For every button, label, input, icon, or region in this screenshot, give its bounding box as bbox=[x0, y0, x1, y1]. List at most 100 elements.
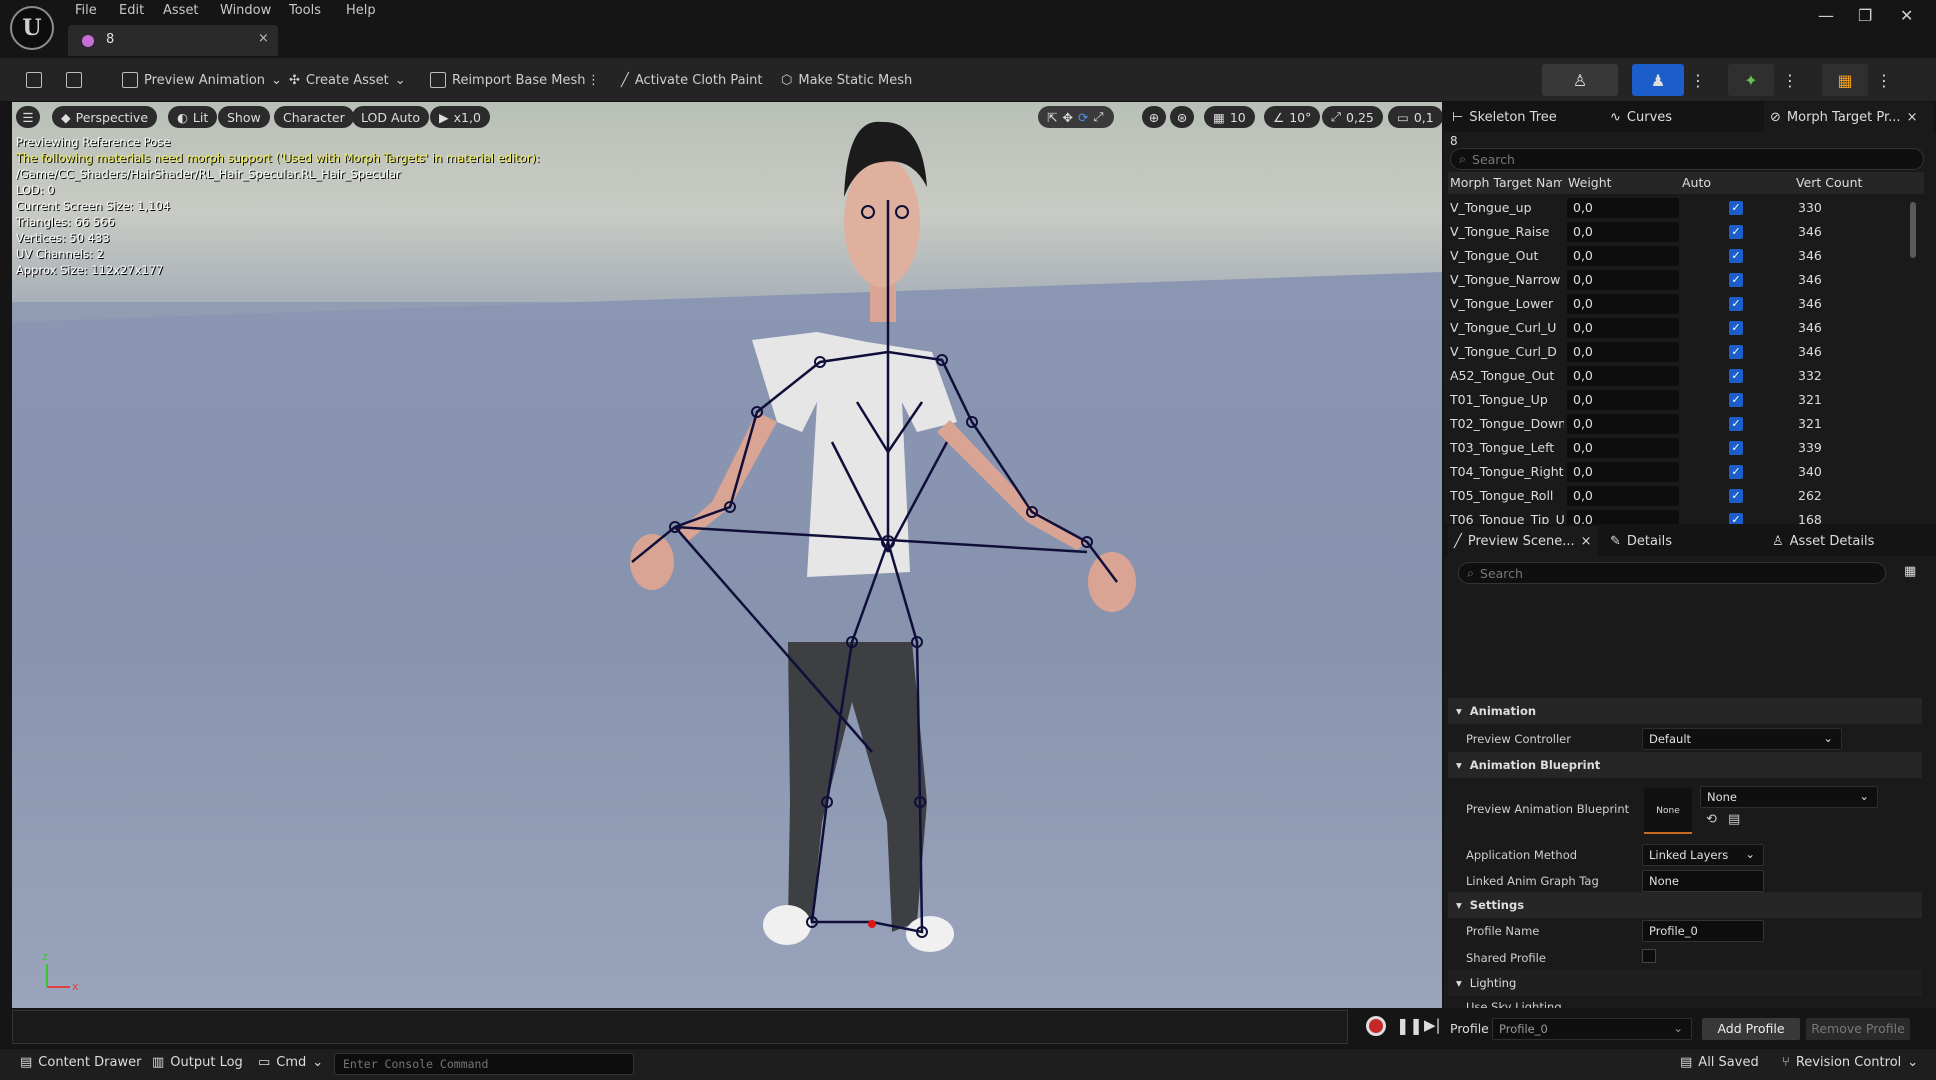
blueprint-thumbnail[interactable]: None bbox=[1644, 788, 1692, 834]
auto-checkbox[interactable]: ✓ bbox=[1729, 297, 1743, 311]
profile-name-input[interactable]: Profile_0 bbox=[1642, 920, 1764, 942]
weight-input[interactable]: 0,0 bbox=[1567, 486, 1679, 506]
animation-mode-button[interactable]: ✦ bbox=[1728, 64, 1774, 96]
asset-tab[interactable]: 8 × bbox=[68, 25, 278, 56]
morph-scrollbar[interactable] bbox=[1910, 202, 1916, 258]
menu-window[interactable]: Window bbox=[220, 3, 271, 21]
auto-checkbox[interactable]: ✓ bbox=[1729, 225, 1743, 239]
close-icon[interactable]: × bbox=[1907, 110, 1918, 125]
table-row[interactable]: T05_Tongue_Roll 0,0 ✓ 262 bbox=[1448, 484, 1918, 508]
auto-checkbox[interactable]: ✓ bbox=[1729, 249, 1743, 263]
character-button[interactable]: Character bbox=[274, 106, 354, 128]
col-name[interactable]: Morph Target Nam bbox=[1450, 175, 1562, 190]
weight-input[interactable]: 0,0 bbox=[1567, 414, 1679, 434]
section-lighting[interactable]: ▾ Lighting bbox=[1448, 970, 1922, 996]
record-icon[interactable] bbox=[1366, 1016, 1386, 1036]
pause-icon[interactable]: ❚❚ bbox=[1396, 1016, 1423, 1035]
table-row[interactable]: V_Tongue_Lower 0,0 ✓ 346 bbox=[1448, 292, 1918, 316]
browse-icon[interactable] bbox=[66, 69, 82, 91]
menu-file[interactable]: File bbox=[75, 3, 97, 21]
weight-input[interactable]: 0,0 bbox=[1567, 318, 1679, 338]
use-selected-icon[interactable]: ⟲ bbox=[1706, 812, 1717, 827]
world-local-icon[interactable]: ⊕ bbox=[1142, 106, 1166, 128]
tab-curves[interactable]: ∿ Curves bbox=[1610, 102, 1672, 132]
table-row[interactable]: V_Tongue_up 0,0 ✓ 330 bbox=[1448, 196, 1918, 220]
table-view-icon[interactable]: ▦ bbox=[1904, 564, 1916, 579]
preview-controller-dropdown[interactable]: Default ⌄ bbox=[1642, 728, 1842, 750]
auto-checkbox[interactable]: ✓ bbox=[1729, 321, 1743, 335]
menu-help[interactable]: Help bbox=[346, 3, 376, 21]
content-drawer-button[interactable]: ▤ Content Drawer bbox=[20, 1055, 141, 1070]
table-row[interactable]: T02_Tongue_Down 0,0 ✓ 321 bbox=[1448, 412, 1918, 436]
col-auto[interactable]: Auto bbox=[1682, 175, 1711, 190]
tab-asset-details[interactable]: ♙ Asset Details bbox=[1772, 526, 1874, 556]
auto-checkbox[interactable]: ✓ bbox=[1729, 513, 1743, 524]
section-settings[interactable]: ▾ Settings bbox=[1448, 892, 1922, 918]
close-tab-icon[interactable]: × bbox=[258, 31, 269, 46]
unreal-logo-icon[interactable]: U bbox=[10, 6, 54, 50]
table-row[interactable]: T06_Tongue_Tip_Up 0,0 ✓ 168 bbox=[1448, 508, 1918, 524]
weight-input[interactable]: 0,0 bbox=[1567, 366, 1679, 386]
profile-dropdown[interactable]: Profile_0 ⌄ bbox=[1492, 1018, 1692, 1040]
reimport-button[interactable]: Reimport Base Mesh bbox=[430, 69, 586, 91]
morph-search-input[interactable]: ⌕ Search bbox=[1450, 148, 1924, 170]
create-asset-button[interactable]: ✣ Create Asset ⌄ bbox=[289, 69, 406, 91]
camera-speed-button[interactable]: ▭ 0,1 bbox=[1388, 106, 1442, 128]
transform-tools[interactable]: ⇱ ✥ ⟳ ⤢ bbox=[1038, 106, 1114, 128]
close-icon[interactable]: × bbox=[1581, 534, 1592, 549]
angle-snap-button[interactable]: ∠ 10° bbox=[1264, 106, 1321, 128]
more-options-icon[interactable]: ⋮ bbox=[1782, 64, 1798, 96]
play-speed-button[interactable]: ▶ x1,0 bbox=[430, 106, 490, 128]
add-profile-button[interactable]: Add Profile bbox=[1702, 1018, 1800, 1040]
menu-asset[interactable]: Asset bbox=[163, 3, 199, 21]
blueprint-mode-button[interactable]: ▦ bbox=[1822, 64, 1868, 96]
auto-checkbox[interactable]: ✓ bbox=[1729, 273, 1743, 287]
weight-input[interactable]: 0,0 bbox=[1567, 510, 1679, 524]
auto-checkbox[interactable]: ✓ bbox=[1729, 393, 1743, 407]
viewport-menu-button[interactable]: ☰ bbox=[16, 106, 40, 128]
col-weight[interactable]: Weight bbox=[1568, 175, 1612, 190]
auto-checkbox[interactable]: ✓ bbox=[1729, 465, 1743, 479]
tab-details[interactable]: ✎ Details bbox=[1610, 526, 1672, 556]
more-options-icon[interactable]: ⋮ bbox=[1690, 64, 1706, 96]
more-options-icon[interactable]: ⋮ bbox=[1876, 64, 1892, 96]
surface-snap-icon[interactable]: ⊛ bbox=[1170, 106, 1194, 128]
grid-snap-button[interactable]: ▦ 10 bbox=[1204, 106, 1255, 128]
tab-skeleton-tree[interactable]: ⊢ Skeleton Tree bbox=[1452, 102, 1557, 132]
details-search-input[interactable]: ⌕ Search bbox=[1458, 562, 1886, 584]
weight-input[interactable]: 0,0 bbox=[1567, 198, 1679, 218]
weight-input[interactable]: 0,0 bbox=[1567, 246, 1679, 266]
skeleton-mode-button[interactable]: ♙ bbox=[1542, 64, 1618, 96]
table-row[interactable]: A52_Tongue_Out 0,0 ✓ 332 bbox=[1448, 364, 1918, 388]
revision-control-button[interactable]: ⑂ Revision Control ⌄ bbox=[1782, 1055, 1918, 1070]
save-status-button[interactable]: ▤ All Saved bbox=[1680, 1055, 1759, 1070]
auto-checkbox[interactable]: ✓ bbox=[1729, 441, 1743, 455]
preview-animation-button[interactable]: Preview Animation ⌄ bbox=[122, 69, 282, 91]
output-log-button[interactable]: ▥ Output Log bbox=[152, 1055, 243, 1070]
activate-cloth-paint-button[interactable]: ╱ Activate Cloth Paint bbox=[621, 69, 763, 91]
cmd-button[interactable]: ▭ Cmd ⌄ bbox=[258, 1055, 323, 1070]
close-window-button[interactable]: ✕ bbox=[1900, 6, 1913, 25]
perspective-button[interactable]: ◆ Perspective bbox=[52, 106, 158, 128]
table-row[interactable]: V_Tongue_Narrow 0,0 ✓ 346 bbox=[1448, 268, 1918, 292]
auto-checkbox[interactable]: ✓ bbox=[1729, 345, 1743, 359]
table-row[interactable]: T03_Tongue_Left 0,0 ✓ 339 bbox=[1448, 436, 1918, 460]
tab-morph-target-preview[interactable]: ⊘ Morph Target Pr... × bbox=[1764, 102, 1934, 132]
menu-edit[interactable]: Edit bbox=[119, 3, 144, 21]
section-animation[interactable]: ▾ Animation bbox=[1448, 698, 1922, 724]
remove-profile-button[interactable]: Remove Profile bbox=[1806, 1018, 1910, 1040]
tab-preview-scene[interactable]: ╱ Preview Scene... × bbox=[1448, 526, 1598, 556]
linked-tag-input[interactable]: None bbox=[1642, 870, 1764, 892]
save-icon[interactable] bbox=[26, 69, 42, 91]
weight-input[interactable]: 0,0 bbox=[1567, 294, 1679, 314]
maximize-button[interactable]: ❐ bbox=[1858, 6, 1872, 25]
weight-input[interactable]: 0,0 bbox=[1567, 390, 1679, 410]
scale-snap-button[interactable]: ⤢ 0,25 bbox=[1322, 106, 1383, 128]
auto-checkbox[interactable]: ✓ bbox=[1729, 369, 1743, 383]
auto-checkbox[interactable]: ✓ bbox=[1729, 489, 1743, 503]
table-row[interactable]: V_Tongue_Out 0,0 ✓ 346 bbox=[1448, 244, 1918, 268]
section-animation-blueprint[interactable]: ▾ Animation Blueprint bbox=[1448, 752, 1922, 778]
auto-checkbox[interactable]: ✓ bbox=[1729, 201, 1743, 215]
table-row[interactable]: T04_Tongue_Right 0,0 ✓ 340 bbox=[1448, 460, 1918, 484]
weight-input[interactable]: 0,0 bbox=[1567, 462, 1679, 482]
